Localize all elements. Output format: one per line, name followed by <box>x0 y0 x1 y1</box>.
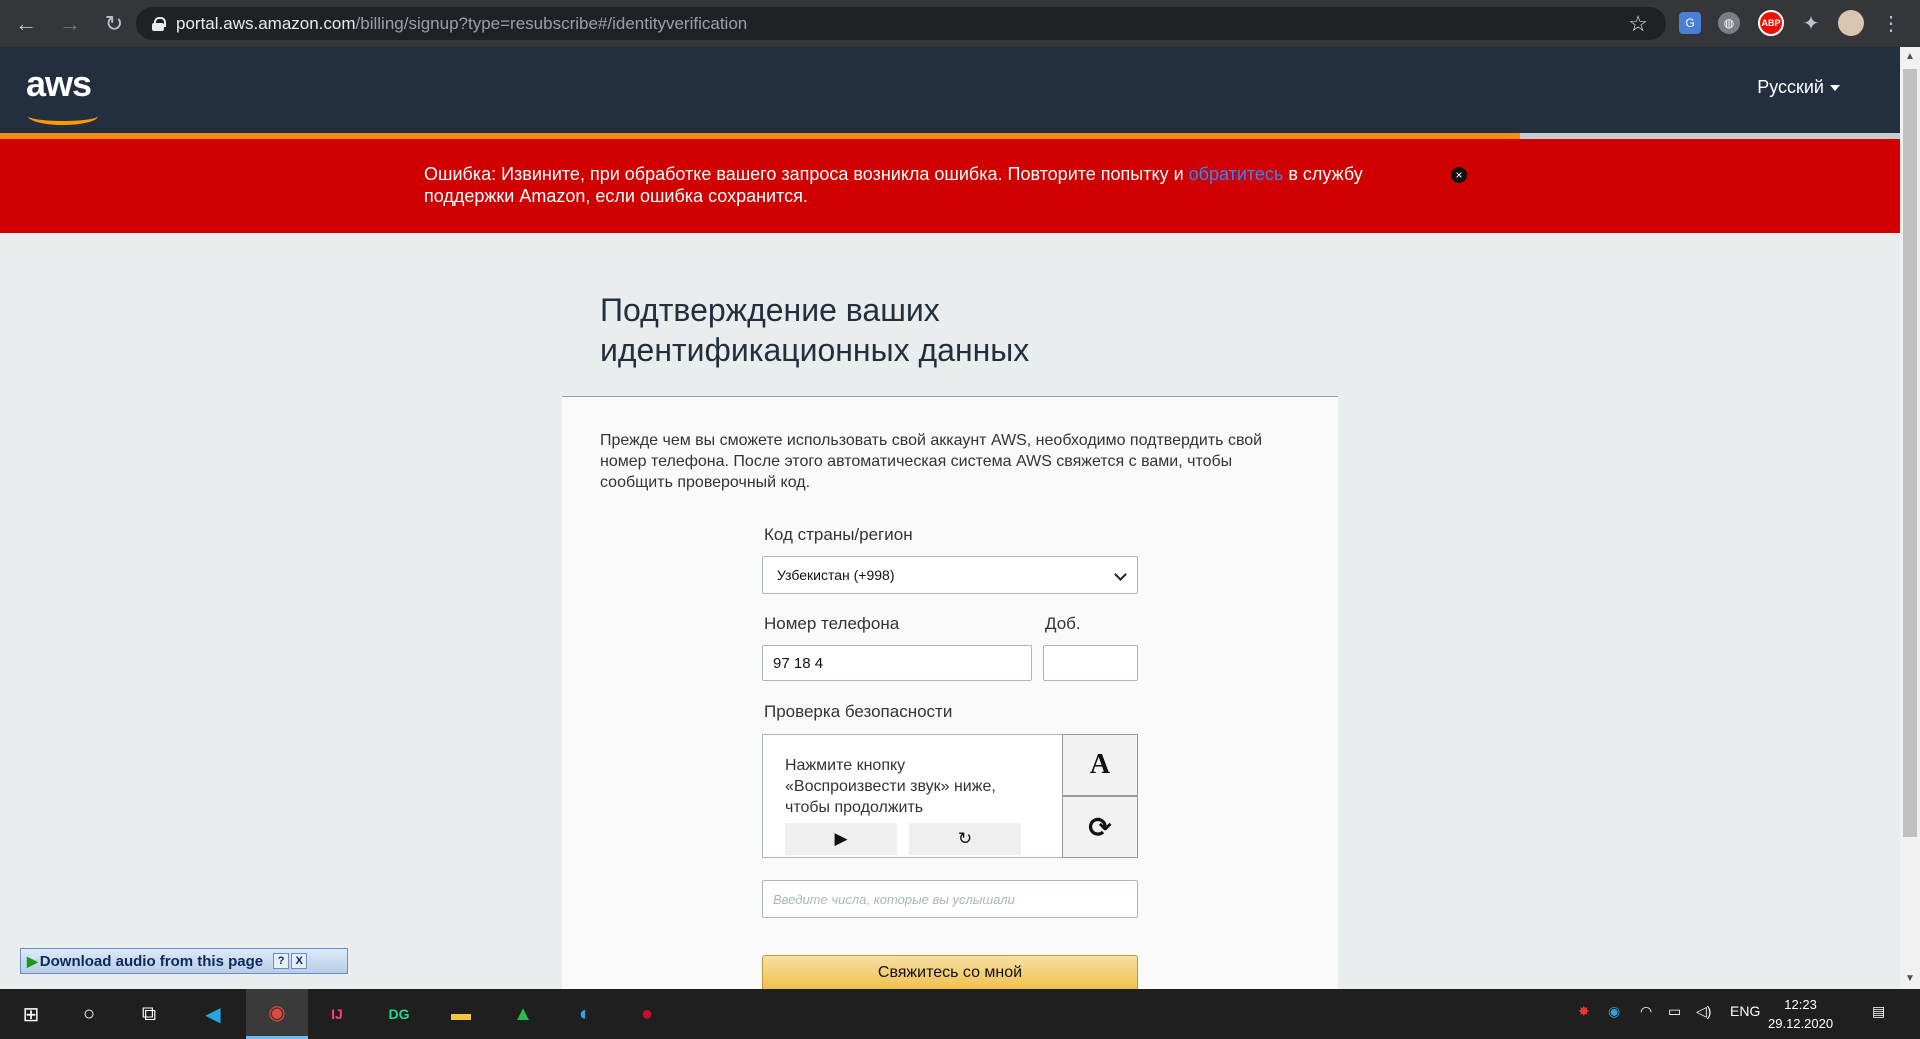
aws-header: aws Русский <box>0 47 1900 133</box>
notifications-icon[interactable]: ▤ <box>1872 1003 1885 1020</box>
app-icon[interactable]: ▲ <box>506 997 540 1031</box>
contact-me-button[interactable]: Свяжитесь со мной <box>762 955 1138 989</box>
aws-smile-logo <box>28 107 98 125</box>
intro-text: Прежде чем вы сможете использовать свой … <box>600 432 1263 491</box>
globe-icon[interactable]: ◍ <box>1718 12 1740 34</box>
windows-taskbar: ⊞ ○ ⧉ ◀ ◉ IJ DG ▬ ▲ ◐ ● ✸ ◉ ◠ ▭ ◁) ENG 1… <box>0 989 1920 1039</box>
tray-telegram-icon[interactable]: ◉ <box>1608 1003 1620 1020</box>
scroll-down-icon[interactable]: ▼ <box>1904 973 1916 985</box>
play-icon: ▶ <box>27 952 38 969</box>
lock-icon <box>152 16 166 31</box>
download-audio-label[interactable]: Download audio from this page <box>40 953 263 970</box>
puzzle-icon[interactable]: ✦ <box>1798 10 1824 36</box>
scroll-thumb[interactable] <box>1903 69 1917 837</box>
back-arrow-icon[interactable]: ← <box>8 6 44 42</box>
chrome-icon[interactable]: ◉ <box>246 989 308 1039</box>
intellij-icon[interactable]: IJ <box>320 997 354 1031</box>
windows-start-icon[interactable]: ⊞ <box>14 997 48 1031</box>
page-scrollbar[interactable]: ▲ ▼ <box>1900 47 1920 989</box>
phone-input[interactable]: 97 18 4 <box>762 645 1032 681</box>
page-title: Подтверждение ваших идентификационных да… <box>600 292 1030 368</box>
taskbar-clock[interactable]: 12:23 29.12.2020 <box>1768 995 1833 1033</box>
forward-arrow-icon[interactable]: → <box>52 6 88 42</box>
file-explorer-icon[interactable]: ▬ <box>444 997 478 1031</box>
scroll-up-icon[interactable]: ▲ <box>1904 51 1916 63</box>
tray-app-icon[interactable]: ✸ <box>1578 1003 1590 1020</box>
country-select[interactable]: Узбекистан (+998) <box>762 556 1138 594</box>
help-icon[interactable]: ? <box>273 953 290 969</box>
refresh-captcha-button[interactable]: ⟳ <box>1062 796 1138 858</box>
profile-avatar[interactable] <box>1838 10 1864 36</box>
datagrip-icon[interactable]: DG <box>382 997 416 1031</box>
contact-support-link[interactable]: обратитесь <box>1189 164 1284 184</box>
replay-audio-button[interactable]: ↻ <box>909 823 1021 855</box>
download-audio-widget[interactable]: ▶ Download audio from this page ? X <box>20 948 348 974</box>
play-audio-button[interactable]: ▶ <box>785 823 897 855</box>
url-text: portal.aws.amazon.com/billing/signup?typ… <box>176 14 747 34</box>
task-view-icon[interactable]: ⧉ <box>132 997 166 1031</box>
menu-kebab-icon[interactable]: ⋮ <box>1878 10 1904 36</box>
volume-icon[interactable]: ◁) <box>1696 1003 1711 1020</box>
security-label: Проверка безопасности <box>764 702 953 721</box>
error-message: Ошибка: Извините, при обработке вашего з… <box>424 163 1404 207</box>
aws-logo[interactable]: aws <box>26 63 92 105</box>
error-banner: Ошибка: Извините, при обработке вашего з… <box>0 139 1900 233</box>
text-captcha-button[interactable]: A <box>1062 734 1138 796</box>
adblock-icon[interactable]: ABP <box>1758 10 1784 36</box>
ruby-app-icon[interactable]: ● <box>630 997 664 1031</box>
translate-icon[interactable]: G <box>1679 12 1701 34</box>
url-host: portal.aws.amazon.com <box>176 13 356 33</box>
battery-icon[interactable]: ▭ <box>1668 1003 1681 1020</box>
extension-label: Доб. <box>1045 614 1081 633</box>
extension-input[interactable] <box>1043 645 1138 681</box>
reload-icon[interactable]: ↻ <box>96 6 132 42</box>
url-path: /billing/signup?type=resubscribe#/identi… <box>355 13 748 33</box>
close-error-icon[interactable]: × <box>1451 167 1467 183</box>
close-widget-icon[interactable]: X <box>291 953 308 969</box>
address-bar[interactable]: portal.aws.amazon.com/billing/signup?typ… <box>136 7 1666 40</box>
country-label: Код страны/регион <box>764 525 913 544</box>
language-selector[interactable]: Русский <box>1757 77 1840 98</box>
edge-icon[interactable]: ◐ <box>568 997 602 1031</box>
clock-time: 12:23 <box>1784 997 1817 1012</box>
error-text-before: Ошибка: Извините, при обработке вашего з… <box>424 164 1189 184</box>
telegram-icon[interactable]: ◀ <box>196 997 230 1031</box>
search-circle-icon[interactable]: ○ <box>72 997 106 1031</box>
captcha-instructions: Нажмите кнопку «Воспроизвести звук» ниже… <box>785 757 996 816</box>
bookmark-star-icon[interactable]: ☆ <box>1628 11 1648 37</box>
wifi-icon[interactable]: ◠ <box>1640 1003 1652 1020</box>
clock-date: 29.12.2020 <box>1768 1016 1834 1031</box>
input-language[interactable]: ENG <box>1730 1003 1760 1019</box>
captcha-input[interactable]: Введите числа, которые вы услышали <box>762 880 1138 918</box>
browser-toolbar: ← → ↻ portal.aws.amazon.com/billing/sign… <box>0 0 1920 47</box>
phone-label: Номер телефона <box>764 614 900 633</box>
